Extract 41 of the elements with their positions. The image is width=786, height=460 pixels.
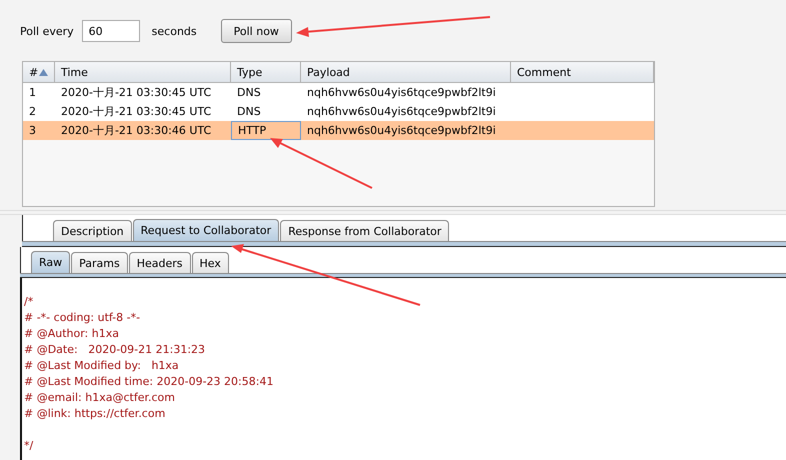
- seconds-label: seconds: [152, 24, 197, 38]
- table-cell-text: nqh6hvw6s0u4yis6tqce9pwbf2lt9i: [306, 85, 497, 101]
- table-row[interactable]: 2 2020-十月-21 03:30:45 UTC DNS nqh6hvw6s0u4yis6tqce9pwbf2lt9i: [23, 102, 654, 121]
- code-line: # -*- coding: utf-8 -*-: [24, 310, 142, 326]
- tab[interactable]: Hex: [192, 252, 229, 273]
- code-line: */: [24, 438, 34, 454]
- poll-now-button[interactable]: Poll now: [220, 19, 292, 43]
- table-cell-text: 3: [28, 123, 37, 139]
- table-cell-text: DNS: [236, 85, 262, 101]
- table-row[interactable]: 3 2020-十月-21 03:30:46 UTC HTTP nqh6hvw6s0u4yis6tqce9pwbf2lt9i: [23, 121, 654, 140]
- column-header[interactable]: Payload: [301, 62, 511, 82]
- column-header[interactable]: Comment: [511, 62, 654, 82]
- poll-label: Poll every: [20, 24, 74, 38]
- column-header[interactable]: #: [23, 62, 55, 82]
- code-line: # @Last Modified time: 2020-09-23 20:58:41: [24, 374, 274, 390]
- table-cell-text: 2020-十月-21 03:30:45 UTC: [60, 85, 212, 101]
- table-cell-text: nqh6hvw6s0u4yis6tqce9pwbf2lt9i: [306, 123, 497, 139]
- table-cell-text: 2020-十月-21 03:30:46 UTC: [60, 123, 212, 139]
- code-line: /*: [24, 294, 34, 310]
- tab[interactable]: Params: [71, 252, 128, 273]
- table-row[interactable]: 1 2020-十月-21 03:30:45 UTC DNS nqh6hvw6s0u4yis6tqce9pwbf2lt9i: [23, 83, 654, 102]
- column-header[interactable]: Type: [231, 62, 301, 82]
- table-cell-text: nqh6hvw6s0u4yis6tqce9pwbf2lt9i: [306, 104, 497, 120]
- table-cell-text: 1: [28, 85, 37, 101]
- code-line: # @Last Modified by: h1xa: [24, 358, 180, 374]
- poll-interval-field[interactable]: 60: [82, 20, 140, 42]
- sort-ascending-icon: [39, 68, 48, 76]
- tab[interactable]: Raw: [31, 251, 70, 273]
- column-header[interactable]: Time: [55, 62, 231, 82]
- tab[interactable]: Headers: [128, 252, 191, 273]
- table-cell: HTTP: [231, 121, 301, 140]
- table-cell-text: 2: [28, 104, 37, 120]
- table-cell-text: 2020-十月-21 03:30:45 UTC: [60, 104, 212, 120]
- tab[interactable]: Response from Collaborator: [280, 220, 450, 241]
- table-cell-text: DNS: [236, 104, 262, 120]
- code-line: # @link: https://ctfer.com: [24, 406, 166, 422]
- tab[interactable]: Request to Collaborator: [132, 219, 280, 241]
- tab[interactable]: Description: [53, 220, 132, 241]
- code-line: # @email: h1xa@ctfer.com: [24, 390, 176, 406]
- code-line: # @Date: 2020-09-21 21:31:23: [24, 342, 206, 358]
- code-line: # @Author: h1xa: [24, 326, 120, 342]
